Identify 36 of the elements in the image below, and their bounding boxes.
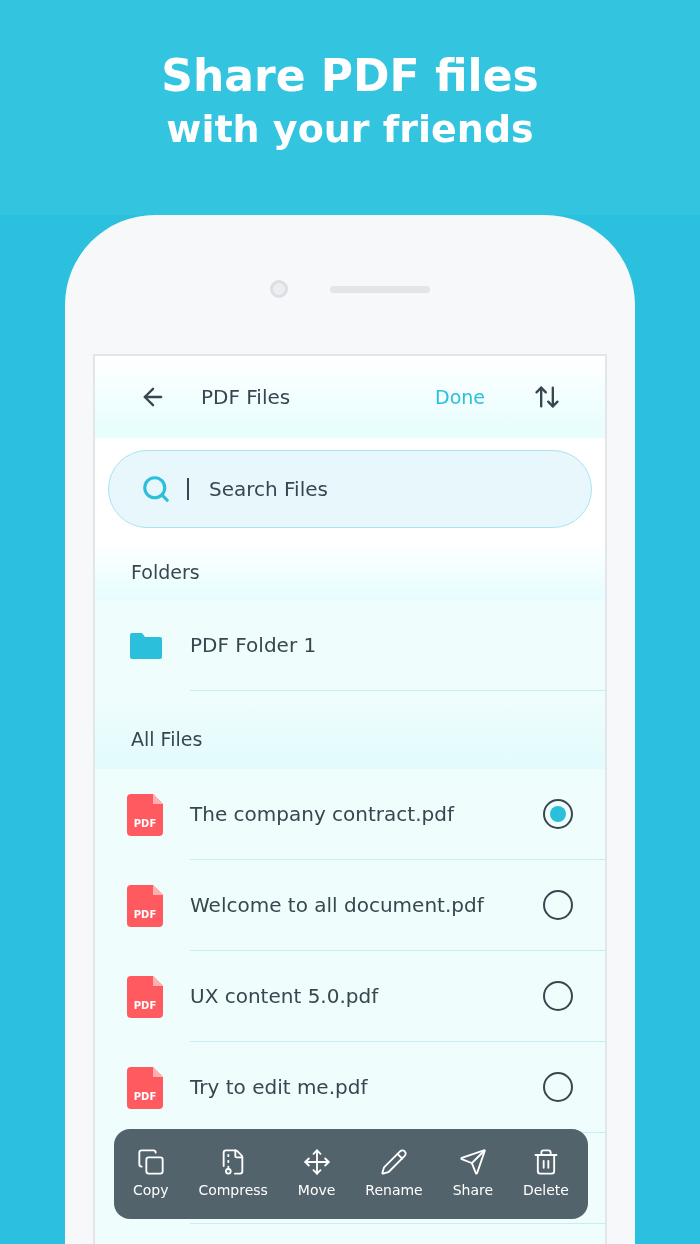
file-name: UX content 5.0.pdf [190,983,380,1010]
toolbar-button[interactable]: Delete [522,1147,569,1201]
toolbar-button[interactable]: Rename [365,1147,423,1201]
file-row[interactable]: PDF The company contract.pdf [95,769,605,860]
section-heading: All Files [131,726,203,752]
search-icon [141,474,171,504]
move-icon [302,1147,331,1176]
folder-name: PDF Folder 1 [190,632,317,659]
radio-button[interactable] [543,890,573,920]
pdf-file-icon: PDF [127,1066,163,1109]
headline-subtitle: with your friends [166,106,534,153]
toolbar-button[interactable]: Copy [132,1147,169,1201]
camera-icon [270,280,288,298]
pdf-file-icon: PDF [127,793,163,836]
toolbar-button[interactable]: Share [452,1147,494,1201]
file-row[interactable]: PDF UX content 5.0.pdf [95,951,605,1042]
rename-icon [380,1147,408,1176]
toolbar-button[interactable]: Compress [198,1147,268,1201]
radio-button[interactable] [543,981,573,1011]
radio-button[interactable] [543,799,573,829]
file-row[interactable]: PDF Welcome to all document.pdf [95,860,605,951]
pdf-file-icon: PDF [127,975,163,1018]
radio-button[interactable] [543,1072,573,1102]
screen-title: PDF Files [201,384,292,411]
headline-title: Share PDF files [161,49,539,103]
share-icon [458,1147,487,1176]
toolbar-button[interactable]: Move [297,1147,336,1201]
search-input[interactable]: Search Files [209,474,559,504]
section-heading: Folders [131,559,200,585]
search-field[interactable]: Search Files [108,450,592,528]
folder-icon [130,632,162,659]
pdf-file-icon: PDF [127,884,163,927]
file-name: Welcome to all document.pdf [190,892,486,919]
file-name: The company contract.pdf [190,801,456,828]
file-name: Try to edit me.pdf [190,1074,369,1101]
copy-icon [136,1147,165,1176]
